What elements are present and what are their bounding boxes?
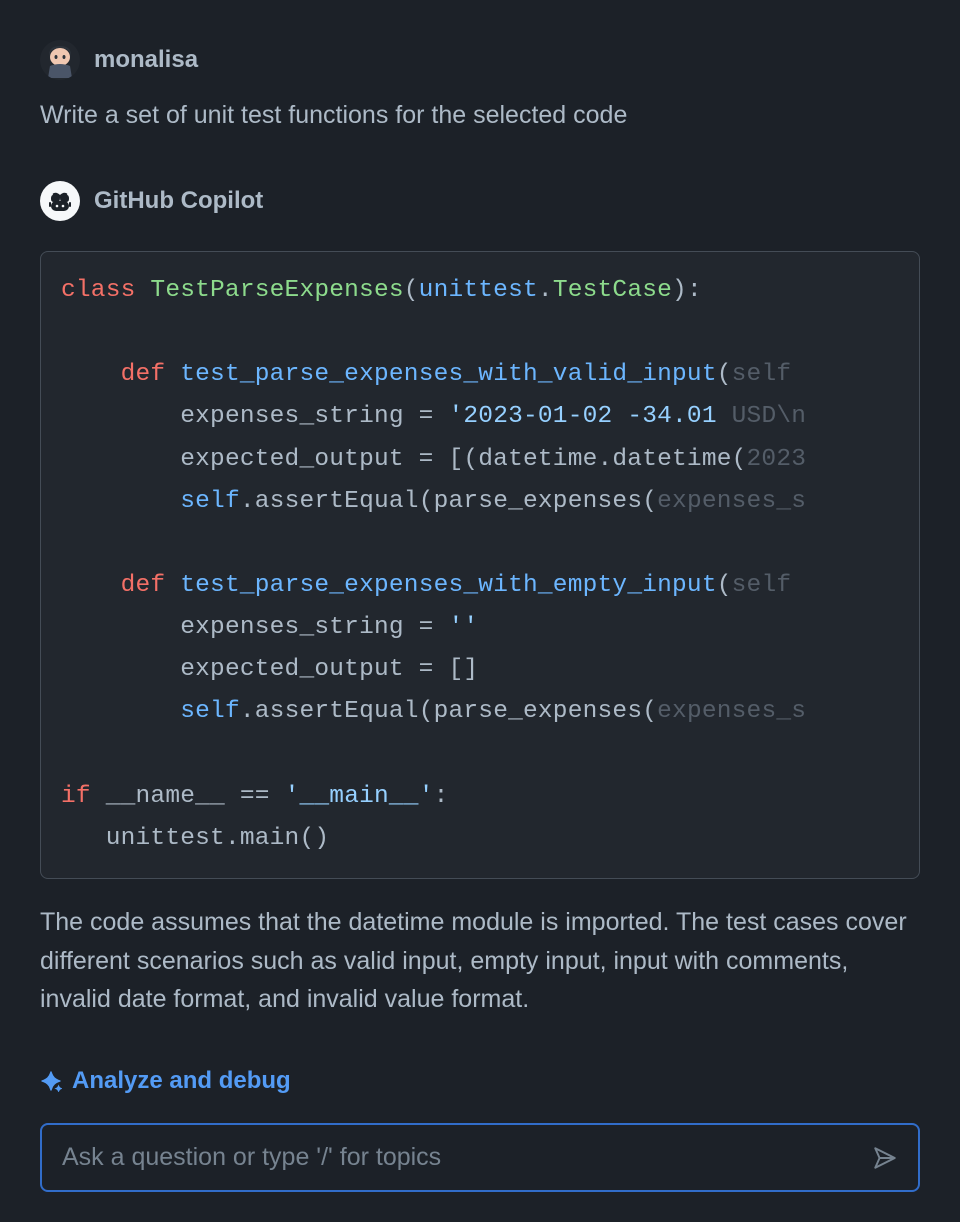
user-message-header: monalisa: [40, 40, 920, 80]
copilot-avatar: [40, 181, 80, 221]
chat-input-container[interactable]: [40, 1123, 920, 1192]
copilot-name: GitHub Copilot: [94, 187, 263, 215]
sparkle-icon: [40, 1070, 62, 1092]
chat-input[interactable]: [62, 1143, 856, 1172]
username: monalisa: [94, 46, 198, 74]
user-prompt: Write a set of unit test functions for t…: [40, 98, 920, 133]
code-content: class TestParseExpenses(unittest.TestCas…: [61, 270, 899, 860]
suggestion-label: Analyze and debug: [72, 1067, 291, 1095]
suggestion-analyze-debug[interactable]: Analyze and debug: [40, 1067, 920, 1095]
copilot-message-header: GitHub Copilot: [40, 181, 920, 221]
code-block: class TestParseExpenses(unittest.TestCas…: [40, 251, 920, 879]
copilot-response-text: The code assumes that the datetime modul…: [40, 903, 920, 1019]
user-avatar: [40, 40, 80, 80]
send-icon[interactable]: [872, 1145, 898, 1171]
